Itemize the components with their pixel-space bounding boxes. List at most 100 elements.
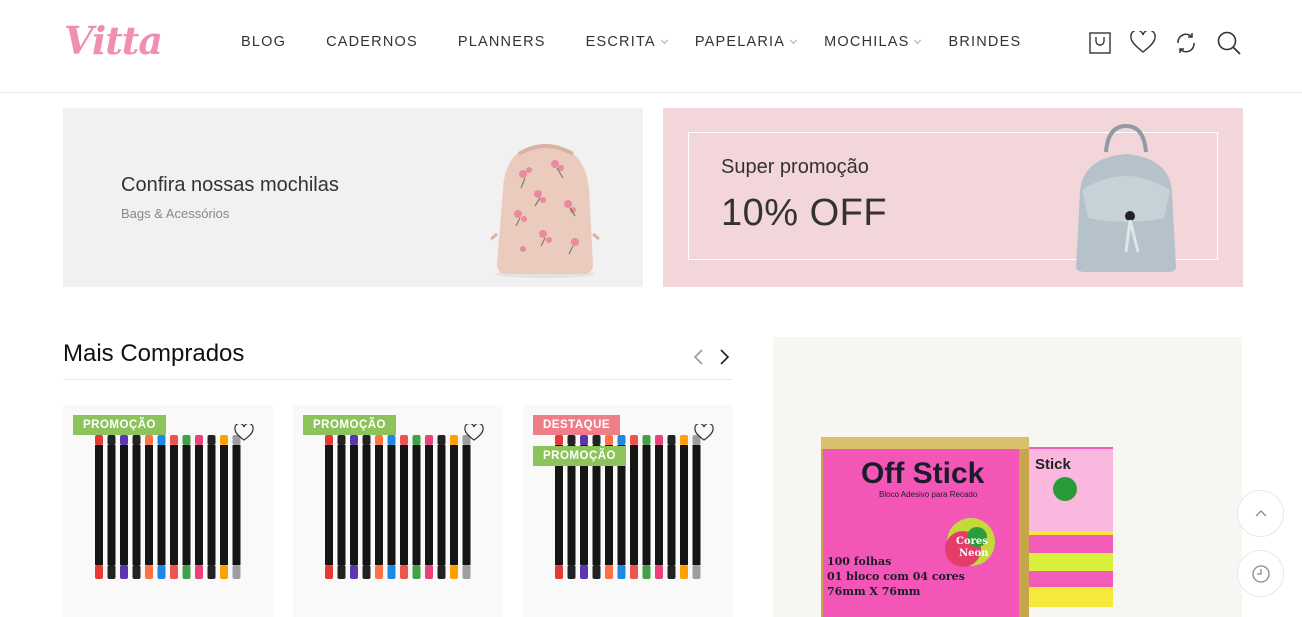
pen-body (667, 445, 676, 565)
pen-cap (567, 435, 576, 445)
clock-icon (1251, 564, 1270, 583)
pen-tip (207, 565, 216, 579)
nav-item-cadernos[interactable]: CADERNOS (326, 34, 418, 50)
pen-cap (325, 435, 333, 445)
main-nav: BLOG CADERNOS PLANNERS ESCRITA PAPELARIA… (241, 34, 1061, 50)
pen-body (630, 445, 638, 565)
pen-body (642, 445, 651, 565)
pen-cap (555, 435, 563, 445)
pen-cap (157, 435, 166, 445)
pen-set-image (323, 435, 475, 589)
nav-label: MOCHILAS (824, 34, 910, 50)
pen-body (220, 445, 228, 565)
pen-cap (605, 435, 613, 445)
search-button[interactable] (1215, 29, 1243, 57)
site-logo[interactable]: Vitta (64, 18, 163, 63)
cart-button[interactable] (1086, 29, 1114, 57)
pen-body (462, 445, 471, 565)
nav-label: PAPELARIA (694, 34, 786, 50)
colors-text: 01 bloco com 04 cores (827, 570, 965, 583)
pen-tip (555, 565, 563, 579)
compare-button[interactable] (1172, 29, 1200, 57)
pen-body (680, 445, 688, 565)
pen-cap (387, 435, 396, 445)
pen-tip (630, 565, 638, 579)
banner-mochilas[interactable]: Confira nossas mochilas Bags & Acessório… (63, 108, 643, 287)
carousel-next-button[interactable] (715, 348, 733, 366)
site-header: Vitta BLOG CADERNOS PLANNERS ESCRITA PAP… (0, 0, 1302, 93)
pen-cap (107, 435, 116, 445)
pink-backpack-image (490, 144, 600, 278)
pen-body (95, 445, 103, 565)
size-text: 76mm X 76mm (827, 585, 921, 598)
pen-body (375, 445, 383, 565)
pen-cap (630, 435, 638, 445)
pen-tip (692, 565, 701, 579)
pen-tip (182, 565, 191, 579)
nav-item-blog[interactable]: BLOG (241, 34, 286, 50)
pen-body (655, 445, 663, 565)
wishlist-add-button[interactable] (234, 422, 254, 444)
heart-icon (234, 422, 254, 441)
nav-item-mochilas[interactable]: MOCHILAS (824, 34, 922, 50)
pen-cap (195, 435, 203, 445)
pen-cap (580, 435, 588, 445)
product-card[interactable]: PROMOÇÃO (293, 405, 503, 617)
pens-svg (325, 435, 471, 579)
pen-tip (107, 565, 116, 579)
pen-body (450, 445, 458, 565)
scroll-top-button[interactable] (1237, 490, 1284, 537)
pen-tip (605, 565, 613, 579)
wishlist-button[interactable] (1129, 29, 1157, 57)
banner-subtitle: Bags & Acessórios (121, 206, 230, 221)
sheets-text: 100 folhas (827, 555, 891, 568)
pen-cap (425, 435, 433, 445)
search-icon (1217, 31, 1241, 55)
wishlist-add-button[interactable] (464, 422, 484, 444)
pen-tip (592, 565, 601, 579)
pen-tip (157, 565, 166, 579)
chevron-up-icon (1255, 509, 1266, 516)
product-card[interactable]: PROMOÇÃO (63, 405, 273, 617)
pen-body (412, 445, 421, 565)
nav-item-escrita[interactable]: ESCRITA (586, 34, 668, 50)
pen-body (692, 445, 701, 565)
pen-set-image (93, 435, 245, 589)
pen-tip (412, 565, 421, 579)
promo-badge: PROMOÇÃO (73, 415, 166, 435)
pen-body (107, 445, 116, 565)
pen-tip (120, 565, 128, 579)
pen-body (400, 445, 408, 565)
wishlist-add-button[interactable] (694, 422, 714, 444)
pen-tip (232, 565, 241, 579)
pen-tip (437, 565, 446, 579)
carousel-prev-button[interactable] (690, 348, 708, 366)
back-brand-text: Stick (1035, 456, 1072, 473)
cart-icon (1089, 32, 1111, 54)
pen-cap (170, 435, 178, 445)
nav-item-planners[interactable]: PLANNERS (458, 34, 546, 50)
nav-label: BRINDES (948, 34, 1022, 50)
chevron-left-icon (693, 349, 703, 365)
product-card[interactable]: DESTAQUE PROMOÇÃO (523, 405, 733, 617)
pen-cap (220, 435, 228, 445)
pen-cap (680, 435, 688, 445)
pen-tip (387, 565, 396, 579)
chevron-down-icon (914, 36, 922, 44)
tagline-text: Bloco Adesivo para Recado (879, 490, 978, 499)
gray-backpack-image (1076, 123, 1176, 272)
pen-tip (450, 565, 458, 579)
pen-cap (375, 435, 383, 445)
promo-badge: PROMOÇÃO (303, 415, 396, 435)
nav-item-papelaria[interactable]: PAPELARIA (694, 34, 798, 50)
pen-body (325, 445, 333, 565)
pen-body (387, 445, 396, 565)
recently-viewed-button[interactable] (1237, 550, 1284, 597)
promo-badge: PROMOÇÃO (533, 446, 626, 466)
banner-promocao[interactable]: Super promoção 10% OFF (663, 108, 1243, 287)
pen-tip (567, 565, 576, 579)
promo-image-off-stick[interactable]: Stick Off Stick Bloco Adesivo para Recad… (773, 337, 1242, 617)
sticker-top-text: Cores (956, 536, 988, 547)
nav-item-brindes[interactable]: BRINDES (948, 34, 1021, 50)
pen-tip (400, 565, 408, 579)
